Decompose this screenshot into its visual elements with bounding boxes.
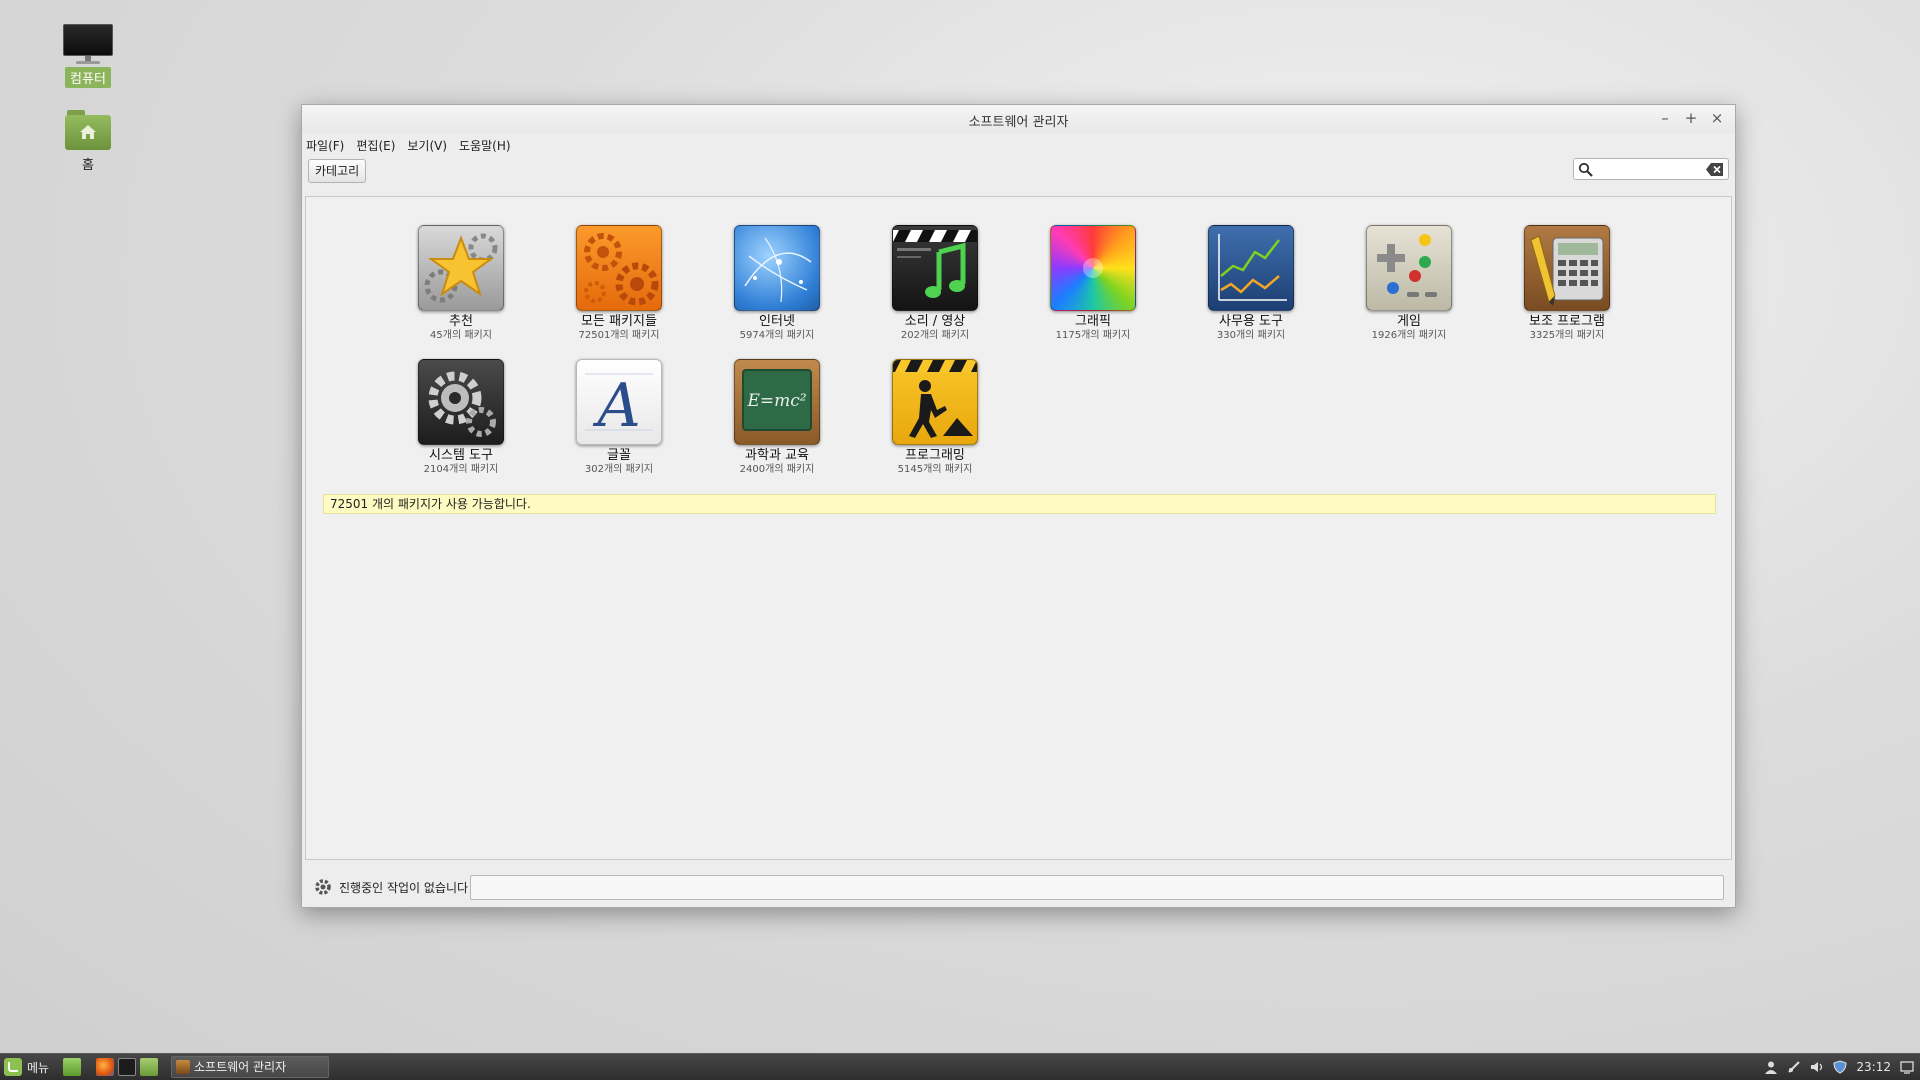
menu-label: 메뉴 bbox=[27, 1060, 50, 1075]
search-input[interactable] bbox=[1596, 161, 1704, 179]
mint-logo-icon bbox=[4, 1058, 22, 1076]
system-tray: 23:12 bbox=[1764, 1054, 1914, 1080]
category-name: 소리 / 영상 bbox=[904, 314, 966, 329]
menu-bar: 파일(F) 편집(E) 보기(V) 도움말(H) bbox=[302, 133, 1735, 157]
category-count: 45개의 패키지 bbox=[430, 330, 492, 341]
category-name: 보조 프로그램 bbox=[1529, 314, 1605, 329]
start-menu-button[interactable]: 메뉴 bbox=[4, 1058, 49, 1076]
category-name: 프로그래밍 bbox=[905, 448, 965, 463]
category-count: 2400개의 패키지 bbox=[739, 464, 815, 475]
font-icon: A bbox=[576, 359, 662, 445]
progress-bar bbox=[470, 875, 1724, 900]
category-count: 202개의 패키지 bbox=[900, 330, 970, 341]
category-name: 그래픽 bbox=[1075, 314, 1111, 329]
category-fonts[interactable]: A 글꼴 302개의 패키지 bbox=[544, 359, 694, 476]
category-system-tools[interactable]: 시스템 도구 2104개의 패키지 bbox=[386, 359, 536, 476]
desktop-icon-label: 컴퓨터 bbox=[65, 67, 111, 88]
category-panel: 추천 45개의 패키지 모든 패키지들 72501개의 패키지 인터넷 5974… bbox=[305, 196, 1732, 860]
desktop-icon-home[interactable]: 홈 bbox=[40, 110, 136, 174]
category-count: 1926개의 패키지 bbox=[1371, 330, 1447, 341]
category-name: 시스템 도구 bbox=[429, 448, 493, 463]
category-count: 72501개의 패키지 bbox=[578, 330, 660, 341]
category-graphics[interactable]: 그래픽 1175개의 패키지 bbox=[1018, 225, 1168, 342]
gear-icon bbox=[315, 879, 331, 895]
menu-help[interactable]: 도움말(H) bbox=[459, 137, 511, 154]
category-accessories[interactable]: 보조 프로그램 3325개의 패키지 bbox=[1492, 225, 1642, 342]
category-name: 인터넷 bbox=[759, 314, 795, 329]
terminal-icon[interactable] bbox=[118, 1058, 136, 1076]
gears-icon bbox=[576, 225, 662, 311]
search-icon bbox=[1578, 162, 1593, 177]
search-box[interactable] bbox=[1573, 158, 1729, 180]
category-office[interactable]: 사무용 도구 330개의 패키지 bbox=[1176, 225, 1326, 342]
category-count: 1175개의 패키지 bbox=[1055, 330, 1131, 341]
home-folder-icon bbox=[65, 110, 111, 150]
clear-icon[interactable] bbox=[1706, 163, 1724, 176]
category-count: 330개의 패키지 bbox=[1216, 330, 1286, 341]
user-icon[interactable] bbox=[1764, 1060, 1778, 1074]
software-manager-window: 소프트웨어 관리자 – + × 파일(F) 편집(E) 보기(V) 도움말(H)… bbox=[301, 104, 1736, 908]
svg-text:A: A bbox=[592, 371, 640, 441]
menu-view[interactable]: 보기(V) bbox=[407, 137, 447, 154]
category-count: 302개의 패키지 bbox=[584, 464, 654, 475]
construction-icon bbox=[892, 359, 978, 445]
globe-icon bbox=[734, 225, 820, 311]
category-name: 모든 패키지들 bbox=[581, 314, 657, 329]
firefox-icon[interactable] bbox=[96, 1058, 114, 1076]
category-count: 5974개의 패키지 bbox=[739, 330, 815, 341]
computer-icon bbox=[63, 24, 113, 64]
software-manager-icon bbox=[176, 1060, 190, 1074]
window-title: 소프트웨어 관리자 bbox=[968, 115, 1069, 130]
toolbar: 카테고리 bbox=[302, 157, 1735, 187]
category-count: 2104개의 패키지 bbox=[423, 464, 499, 475]
category-name: 게임 bbox=[1397, 314, 1421, 329]
svg-text:E=mc²: E=mc² bbox=[746, 391, 806, 411]
status-bar: 진행중인 작업이 없습니다 bbox=[305, 868, 1732, 904]
category-games[interactable]: 게임 1926개의 패키지 bbox=[1334, 225, 1484, 342]
shield-icon[interactable] bbox=[1833, 1060, 1847, 1074]
file-manager-icon[interactable] bbox=[140, 1058, 158, 1076]
category-featured[interactable]: 추천 45개의 패키지 bbox=[386, 225, 536, 342]
clapper-music-icon bbox=[892, 225, 978, 311]
network-icon[interactable] bbox=[1787, 1060, 1801, 1074]
calculator-icon bbox=[1524, 225, 1610, 311]
volume-icon[interactable] bbox=[1810, 1060, 1824, 1074]
star-icon bbox=[418, 225, 504, 311]
minimize-button[interactable]: – bbox=[1657, 109, 1673, 127]
category-name: 추천 bbox=[449, 314, 473, 329]
color-wheel-icon bbox=[1050, 225, 1136, 311]
taskbar: 메뉴 소프트웨어 관리자 23:12 bbox=[0, 1053, 1920, 1080]
gamepad-icon bbox=[1366, 225, 1452, 311]
category-count: 5145개의 패키지 bbox=[897, 464, 973, 475]
category-programming[interactable]: 프로그래밍 5145개의 패키지 bbox=[860, 359, 1010, 476]
category-name: 사무용 도구 bbox=[1219, 314, 1283, 329]
task-label: 소프트웨어 관리자 bbox=[194, 1060, 287, 1074]
desktop-icon-label: 홈 bbox=[82, 158, 94, 173]
status-text: 진행중인 작업이 없습니다 bbox=[339, 881, 469, 895]
maximize-button[interactable]: + bbox=[1683, 109, 1699, 127]
desktop-icon-computer[interactable]: 컴퓨터 bbox=[40, 24, 136, 88]
category-name: 과학과 교육 bbox=[745, 448, 809, 463]
category-all-packages[interactable]: 모든 패키지들 72501개의 패키지 bbox=[544, 225, 694, 342]
menu-file[interactable]: 파일(F) bbox=[306, 137, 344, 154]
clock[interactable]: 23:12 bbox=[1856, 1060, 1891, 1074]
chalkboard-icon: E=mc² bbox=[734, 359, 820, 445]
package-count-info: 72501 개의 패키지가 사용 가능합니다. bbox=[323, 494, 1716, 514]
system-gear-icon bbox=[418, 359, 504, 445]
title-bar[interactable]: 소프트웨어 관리자 – + × bbox=[302, 105, 1735, 133]
category-button[interactable]: 카테고리 bbox=[308, 159, 367, 183]
close-button[interactable]: × bbox=[1709, 109, 1725, 127]
menu-edit[interactable]: 편집(E) bbox=[356, 137, 395, 154]
category-internet[interactable]: 인터넷 5974개의 패키지 bbox=[702, 225, 852, 342]
line-chart-icon bbox=[1208, 225, 1294, 311]
category-science-education[interactable]: E=mc² 과학과 교육 2400개의 패키지 bbox=[702, 359, 852, 476]
notification-icon[interactable] bbox=[1900, 1060, 1914, 1074]
show-desktop-icon[interactable] bbox=[63, 1058, 81, 1076]
taskbar-window-software-manager[interactable]: 소프트웨어 관리자 bbox=[171, 1056, 329, 1078]
category-name: 글꼴 bbox=[607, 448, 631, 463]
category-count: 3325개의 패키지 bbox=[1529, 330, 1605, 341]
category-sound-video[interactable]: 소리 / 영상 202개의 패키지 bbox=[860, 225, 1010, 342]
